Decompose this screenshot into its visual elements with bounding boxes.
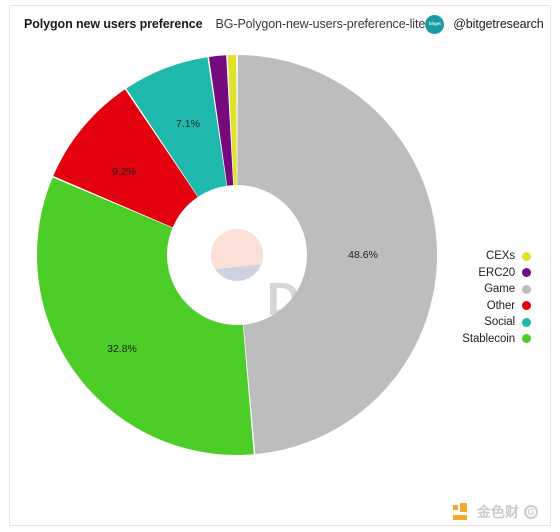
jinse-watermark: 金色财 G [453, 502, 538, 522]
donut-slice-game[interactable] [237, 55, 438, 455]
legend-item[interactable]: Other [462, 300, 531, 312]
slice-label-other: 9.2% [112, 166, 136, 178]
jinse-logo-icon [453, 502, 472, 522]
legend-item[interactable]: Social [462, 316, 531, 328]
legend-item[interactable]: Stablecoin [462, 333, 531, 345]
legend-color-swatch-other [522, 301, 531, 310]
chart-header: Polygon new users preference BG-Polygon-… [24, 12, 544, 36]
legend-color-swatch-game [522, 284, 531, 294]
legend-item[interactable]: Game [462, 283, 531, 295]
screenshot-root: Polygon new users preference BG-Polygon-… [0, 0, 560, 532]
legend-item-label: Game [484, 283, 515, 295]
donut-slice-stablecoin[interactable] [36, 177, 254, 456]
header-author: bitget @bitgetresearch [425, 14, 544, 34]
author-handle[interactable]: @bitgetresearch [453, 17, 544, 31]
legend-item-label: CEXs [486, 250, 515, 262]
jinse-badge-icon: G [524, 505, 538, 519]
legend-item-label: Stablecoin [462, 332, 515, 345]
legend-item-label: ERC20 [478, 266, 515, 279]
chart-area: Dune 48.6%32.8%9.2%7.1% CEXs ERC20 [11, 40, 549, 510]
jinse-watermark-text: 金色财 [477, 505, 519, 521]
legend-color-swatch-stablecoin [522, 334, 531, 343]
slice-label-game: 48.6% [348, 249, 378, 261]
dune-logo-mark [211, 229, 263, 281]
legend-item[interactable]: CEXs [462, 250, 531, 262]
legend-item[interactable]: ERC20 [462, 267, 531, 279]
slice-label-social: 7.1% [176, 118, 200, 130]
legend-item-label: Social [484, 316, 515, 328]
page-title: Polygon new users preference [24, 17, 203, 31]
slice-label-stablecoin: 32.8% [107, 343, 137, 355]
legend-color-swatch-erc20 [522, 268, 531, 277]
avatar-label: bitget [428, 21, 441, 27]
legend-item-label: Other [486, 299, 515, 312]
avatar: bitget [425, 14, 445, 34]
chart-subtitle: BG-Polygon-new-users-preference-lite [215, 17, 426, 31]
legend-color-swatch-cexs [522, 251, 531, 261]
chart-legend: CEXs ERC20 Game Other Social Stablecoin [462, 250, 531, 345]
legend-color-swatch-social [522, 317, 531, 327]
